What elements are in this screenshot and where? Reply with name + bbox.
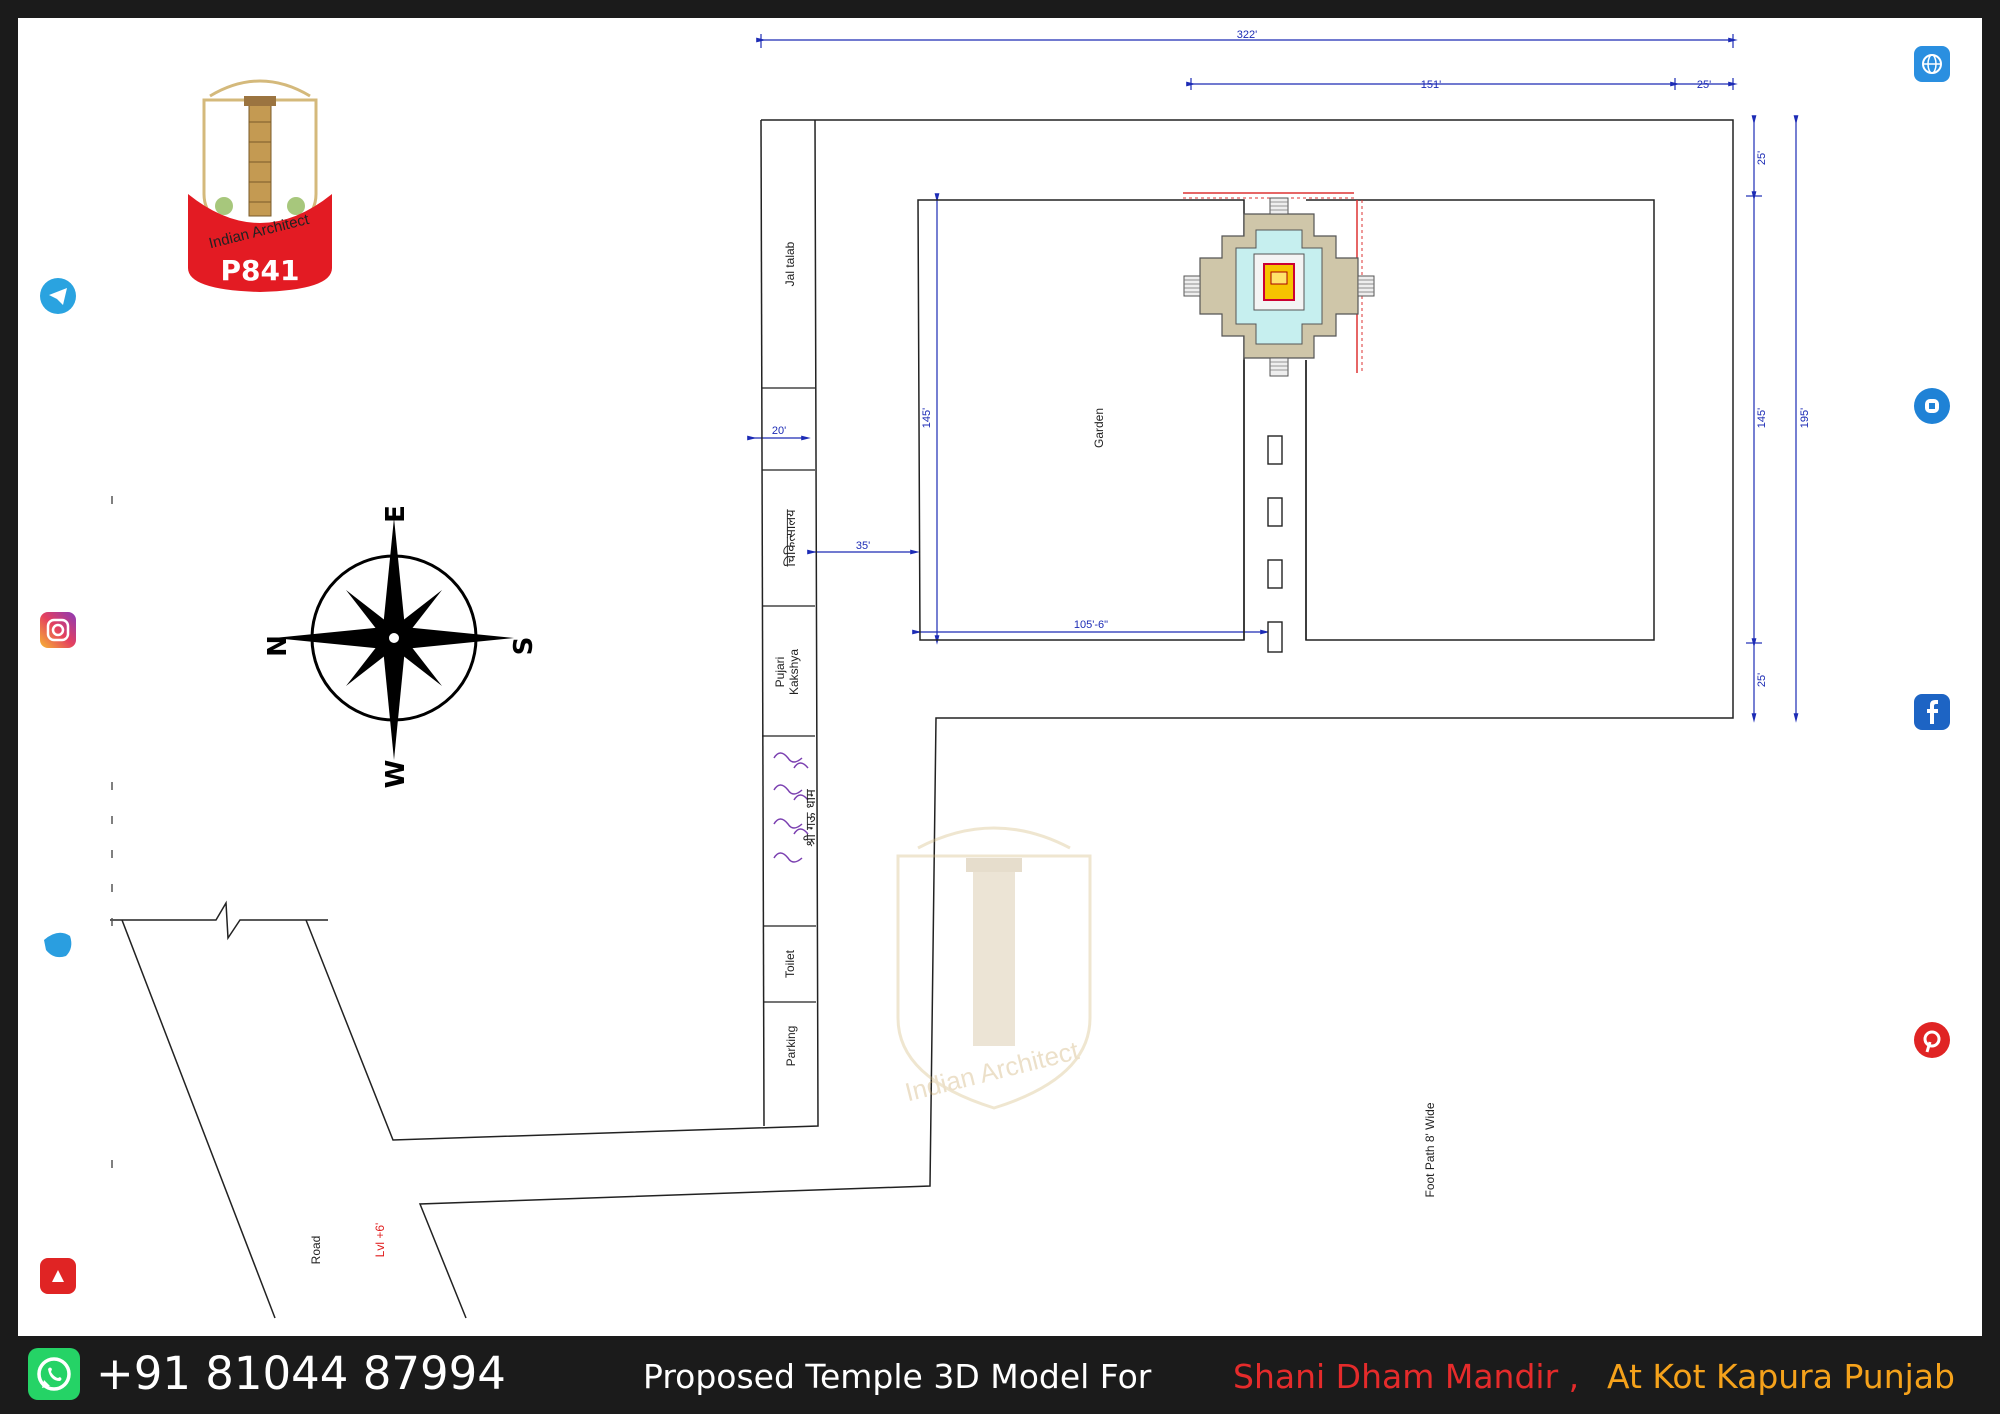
label-jal-talab: Jal talab (783, 241, 797, 286)
label-kakshya: Kakshya (787, 649, 801, 695)
dim-strip-width: 20' (772, 425, 786, 437)
youtube-icon[interactable] (40, 1258, 76, 1294)
drawing-sheet: 322' 151' 25' 25' 145' 25' 195' 20' 35' … (18, 18, 1982, 1336)
footer-temple: Shani Dham Mandir , (1233, 1357, 1580, 1396)
compass-north: N (263, 635, 293, 657)
facebook-glyph (1927, 700, 1938, 724)
instagram-glyph (46, 618, 70, 642)
skype-glyph (1925, 399, 1939, 413)
pinterest-icon[interactable] (1914, 1022, 1950, 1058)
dim-overall-depth: 195' (1799, 408, 1811, 428)
compass-south: S (509, 637, 539, 656)
phone-number[interactable]: +91 81044 87994 (96, 1347, 506, 1400)
youtube-glyph (52, 1270, 64, 1282)
pinterest-glyph (1923, 1030, 1941, 1053)
dim-plot-width: 151' (1421, 79, 1441, 91)
footer-title: Proposed Temple 3D Model For (643, 1357, 1152, 1396)
site-plan: 322' 151' 25' 25' 145' 25' 195' 20' 35' … (110, 29, 1811, 1319)
dim-right-top: 25' (1756, 151, 1768, 165)
dim-side-setback: 25' (1697, 79, 1711, 91)
label-parking: Parking (784, 1026, 798, 1067)
label-toilet: Toilet (783, 949, 797, 978)
logo-code: P841 (221, 254, 300, 287)
brand-logo: Indian Architect P841 (188, 79, 332, 292)
plot-boundary (110, 119, 1734, 1319)
label-foot-path: Foot Path 8' Wide (1423, 1102, 1437, 1197)
globe-glyph (1922, 54, 1942, 74)
label-level: Lvl +6' (373, 1223, 387, 1258)
temple-plan (1183, 192, 1375, 377)
telegram-icon[interactable] (40, 278, 76, 314)
twitter-glyph (44, 932, 72, 958)
skype-icon[interactable] (1914, 388, 1950, 424)
dim-garden-width: 105'-6" (1074, 619, 1108, 631)
compass-east: E (381, 505, 411, 523)
label-gaushala: श्री गऊ धाम (803, 789, 819, 847)
watermark-logo: Indian Architect (896, 826, 1092, 1110)
dim-garden-depth: 145' (921, 408, 933, 428)
compass-rose (274, 518, 514, 760)
label-pujari: Pujari (773, 657, 787, 688)
dim-total-width: 322' (1237, 29, 1257, 41)
walkway-pads (1267, 435, 1283, 653)
dim-right-bottom: 25' (1756, 673, 1768, 687)
cow-symbols (773, 752, 809, 863)
label-garden: Garden (1092, 408, 1106, 448)
footer-bar: +91 81044 87994 Proposed Temple 3D Model… (0, 1336, 2000, 1414)
facebook-icon[interactable] (1914, 694, 1950, 730)
whatsapp-icon[interactable] (28, 1348, 80, 1400)
label-road: Road (309, 1236, 323, 1265)
label-chikitsalaya: चिकित्सालय (783, 509, 799, 567)
footer-location: At Kot Kapura Punjab (1607, 1357, 1955, 1396)
dim-right-mid: 145' (1756, 408, 1768, 428)
whatsapp-glyph (37, 1357, 71, 1391)
compass-west: W (381, 760, 411, 789)
dim-gap: 35' (856, 540, 870, 552)
twitter-icon[interactable] (40, 926, 76, 962)
instagram-icon[interactable] (40, 612, 76, 648)
globe-icon[interactable] (1914, 46, 1950, 82)
telegram-glyph (49, 288, 67, 305)
